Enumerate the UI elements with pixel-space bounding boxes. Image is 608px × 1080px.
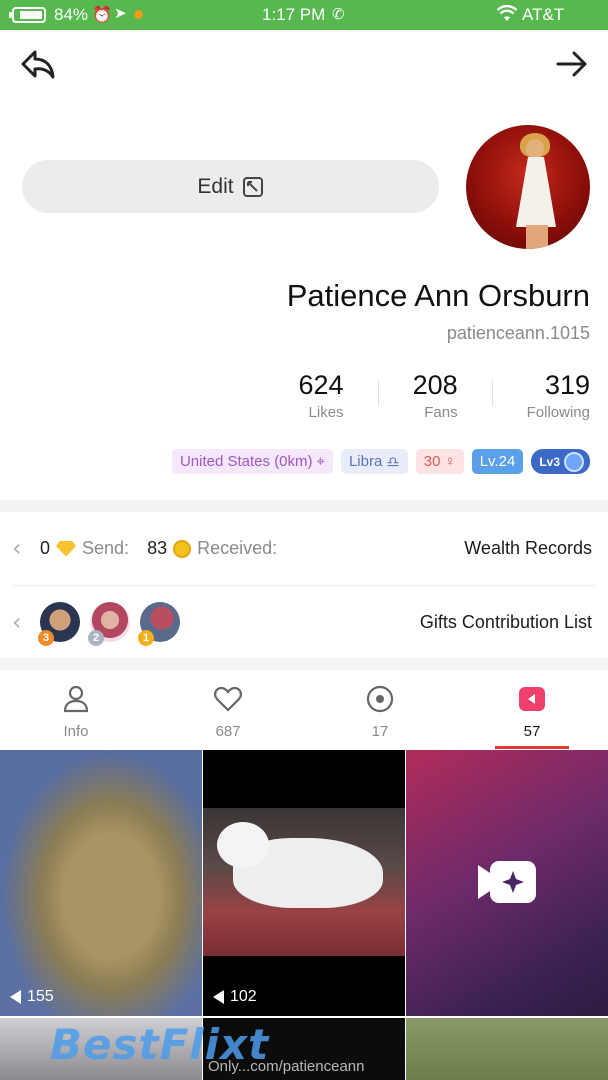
stat-following[interactable]: 319 Following [493, 370, 590, 421]
received-value: 83 [147, 538, 168, 558]
zodiac-text: Libra [348, 453, 383, 470]
video-thumbnail[interactable]: 102 [203, 750, 405, 1016]
following-count: 319 [544, 370, 590, 400]
back-arrow-icon [21, 50, 55, 79]
wealth-records-title: Wealth Records [464, 538, 592, 558]
tab-likes-count: 687 [215, 723, 241, 740]
section-divider [0, 658, 608, 670]
chevron-left-icon: ‹ [12, 534, 22, 562]
edit-label: Edit [197, 174, 234, 198]
rank-badge: 2 [88, 630, 104, 646]
play-icon [213, 990, 224, 1004]
fans-count: 208 [412, 370, 458, 400]
view-count-text: 102 [230, 988, 257, 1005]
top-gifter-avatar[interactable]: 1 [138, 602, 180, 646]
received-label: Received: [197, 538, 278, 558]
profile-page: 84% ⏰ ➤ 1:17 PM ✆ AT&T Edit Patience Ann… [0, 0, 608, 1080]
stats-bar: 624 Likes 208 Fans 319 Following [265, 370, 591, 421]
status-bar: 84% ⏰ ➤ 1:17 PM ✆ AT&T [0, 0, 608, 30]
tab-live[interactable]: 17 [320, 672, 440, 750]
heart-icon [214, 686, 242, 712]
top-gifter-avatar[interactable]: 2 [88, 602, 130, 646]
following-label: Following [526, 404, 590, 421]
tab-live-count: 17 [371, 723, 389, 740]
carrier-name: AT&T [522, 5, 565, 24]
view-count: 155 [10, 988, 54, 1006]
play-icon [519, 687, 545, 711]
avatar[interactable] [466, 125, 590, 249]
rank-badge: 1 [138, 630, 154, 646]
profile-tags: Lv3 Lv.24 30 ♀ Libra ♎ United States (0k… [171, 449, 590, 474]
location-tag: United States (0km) ⌖ [171, 449, 333, 474]
tab-info[interactable]: Info [16, 672, 136, 750]
send-value: 0 [40, 538, 51, 558]
alarm-icon: ⏰ [92, 7, 112, 24]
female-icon: ♀ [444, 453, 456, 470]
edit-icon [242, 176, 263, 197]
video-camera-icon [478, 861, 536, 903]
coin-icon [173, 539, 192, 558]
top-gifter-avatar[interactable]: 3 [38, 602, 80, 646]
likes-label: Likes [308, 404, 344, 421]
recording-dot-icon [134, 10, 143, 19]
stat-fans[interactable]: 208 Fans [379, 370, 458, 421]
level-badge-text: Lv3 [539, 454, 560, 469]
profile-name: Patience Ann Orsburn [286, 278, 590, 313]
phone-icon: ✆ [332, 6, 345, 23]
fans-label: Fans [424, 404, 458, 421]
location-text: United States (0km) [179, 453, 313, 470]
edit-profile-button[interactable]: Edit [22, 160, 439, 213]
video-thumbnail[interactable]: 155 [0, 750, 202, 1016]
clock-time: 1:17 PM [262, 5, 326, 24]
forward-arrow-icon [556, 51, 587, 77]
video-thumbnail[interactable] [406, 1018, 608, 1080]
stat-likes[interactable]: 624 Likes [265, 370, 344, 421]
view-count-text: 155 [27, 988, 54, 1005]
chevron-left-icon: ‹ [12, 608, 22, 636]
tab-info-label: Info [63, 723, 89, 740]
send-label: Send: [82, 538, 130, 558]
content-tabs: Info 687 17 57 [0, 672, 608, 750]
level-text: Lv.24 [479, 453, 516, 470]
rank-badge: 3 [38, 630, 54, 646]
wifi-icon [496, 4, 518, 28]
level-tag: Lv.24 [471, 449, 524, 474]
location-arrow-icon: ➤ [114, 5, 127, 22]
view-count: 102 [213, 988, 257, 1006]
watermark-url: Only...com/patienceann [208, 1058, 365, 1075]
tab-likes[interactable]: 687 [168, 672, 288, 750]
play-icon [10, 990, 21, 1004]
record-icon [366, 685, 394, 713]
libra-icon: ♎ [386, 453, 400, 471]
profile-handle: patienceann.1015 [446, 323, 590, 343]
gifts-contribution-title: Gifts Contribution List [419, 612, 592, 632]
active-tab-indicator [495, 746, 569, 749]
zodiac-tag: Libra ♎ [340, 449, 408, 474]
level-gem-icon [564, 451, 584, 472]
battery-icon [9, 7, 46, 23]
tab-videos[interactable]: 57 [472, 672, 592, 750]
diamond-icon [56, 540, 77, 557]
person-icon [63, 685, 89, 713]
likes-count: 624 [298, 370, 344, 400]
battery-percent: 84% [54, 5, 89, 24]
tab-videos-count: 57 [523, 723, 541, 740]
cat-photo [203, 808, 405, 956]
location-pin-icon: ⌖ [316, 453, 325, 470]
level-badge: Lv3 [531, 449, 590, 474]
age-tag: 30 ♀ [415, 449, 464, 474]
forward-button[interactable] [552, 44, 592, 84]
back-button[interactable] [18, 44, 58, 84]
age-text: 30 [423, 453, 441, 470]
section-divider [0, 500, 608, 512]
